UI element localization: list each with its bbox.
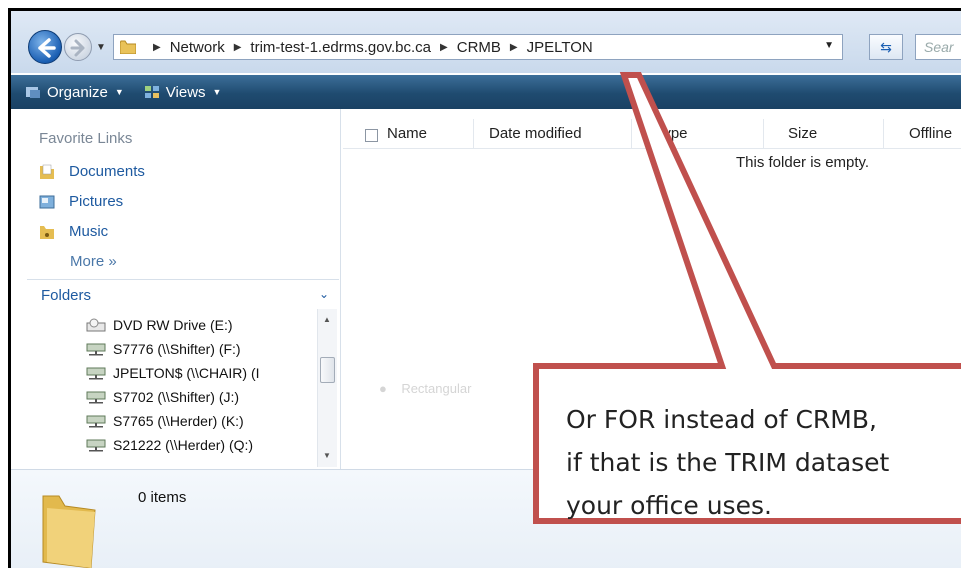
callout-text: Or FOR instead of CRMB, if that is the T… bbox=[566, 398, 889, 527]
explorer-window: ▼ ▶ Network ▶ trim-test-1.edrms.gov.bc.c… bbox=[8, 8, 961, 568]
callout-line: if that is the TRIM dataset bbox=[566, 448, 890, 477]
callout-line: Or FOR instead of CRMB, bbox=[566, 405, 877, 434]
callout-line: your office uses. bbox=[566, 491, 772, 520]
